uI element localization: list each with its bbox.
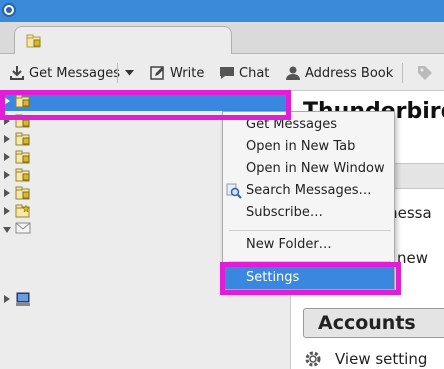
menu-separator: [229, 261, 391, 262]
expand-twisty-icon[interactable]: [4, 189, 10, 197]
expand-twisty-icon[interactable]: [4, 135, 10, 143]
folder-context-menu: Get Messages Open in New Tab Open in New…: [222, 111, 395, 290]
menu-item-settings[interactable]: Settings: [223, 267, 394, 289]
menu-item-subscribe[interactable]: Subscribe…: [223, 202, 394, 224]
write-button[interactable]: Write: [150, 63, 204, 83]
contact-person-icon: [286, 66, 300, 80]
expand-twisty-icon[interactable]: [4, 171, 10, 179]
expand-twisty-icon[interactable]: [4, 117, 10, 125]
mail-toolbar: Get Messages Write Chat Address Book: [0, 54, 444, 91]
download-icon: [10, 66, 24, 80]
address-book-label: Address Book: [305, 65, 394, 81]
menu-item-search-messages[interactable]: Search Messages…: [223, 180, 394, 202]
view-settings-label: View setting: [335, 350, 428, 368]
gear-icon: [305, 351, 321, 367]
address-book-button[interactable]: Address Book: [285, 63, 393, 83]
account-folder-icon: [26, 34, 42, 52]
expand-twisty-icon[interactable]: [4, 97, 10, 105]
accounts-heading: Accounts: [303, 308, 444, 338]
menu-item-open-in-new-window[interactable]: Open in New Window: [223, 158, 394, 180]
get-messages-button[interactable]: Get Messages: [9, 63, 120, 83]
tag-button[interactable]: [417, 63, 437, 83]
pencil-icon: [150, 66, 164, 80]
menu-item-get-messages[interactable]: Get Messages: [223, 114, 394, 136]
envelope-icon: [15, 222, 31, 239]
get-messages-label: Get Messages: [29, 65, 121, 81]
tab-strip: [0, 22, 444, 55]
menu-item-new-folder[interactable]: New Folder…: [223, 234, 394, 256]
get-messages-dropdown[interactable]: [121, 63, 137, 83]
title-bar: [0, 0, 444, 22]
account-folder-icon: [15, 94, 31, 113]
expand-twisty-icon[interactable]: [4, 295, 10, 303]
tab-mail[interactable]: [14, 26, 232, 55]
view-settings-link[interactable]: View setting: [303, 349, 427, 369]
write-label: Write: [170, 65, 205, 81]
tag-icon: [418, 66, 432, 80]
toolbar-separator: [402, 63, 403, 83]
folder-row[interactable]: [0, 291, 290, 309]
folder-row[interactable]: [0, 93, 290, 111]
menu-item-open-in-new-tab[interactable]: Open in New Tab: [223, 136, 394, 158]
toolbar-separator: [117, 63, 118, 83]
expand-twisty-icon[interactable]: [4, 207, 10, 215]
chat-bubble-icon: [220, 67, 234, 79]
chat-label: Chat: [239, 65, 270, 81]
menu-separator: [229, 230, 391, 231]
chat-button[interactable]: Chat: [219, 63, 269, 83]
local-folders-computer-icon: [15, 292, 31, 311]
thunderbird-app-icon: [2, 3, 16, 17]
expand-twisty-icon[interactable]: [4, 153, 10, 161]
collapse-twisty-icon[interactable]: [3, 227, 11, 233]
chevron-down-icon: [124, 70, 134, 76]
menu-item-search-messages-label: Search Messages…: [246, 183, 372, 198]
